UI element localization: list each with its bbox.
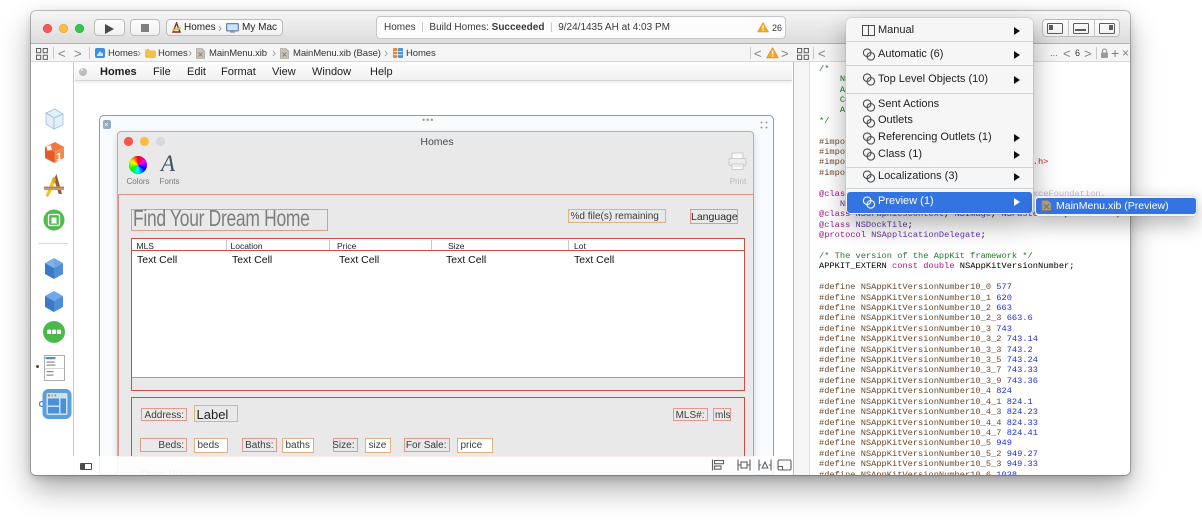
svg-text:1: 1 (56, 152, 62, 164)
